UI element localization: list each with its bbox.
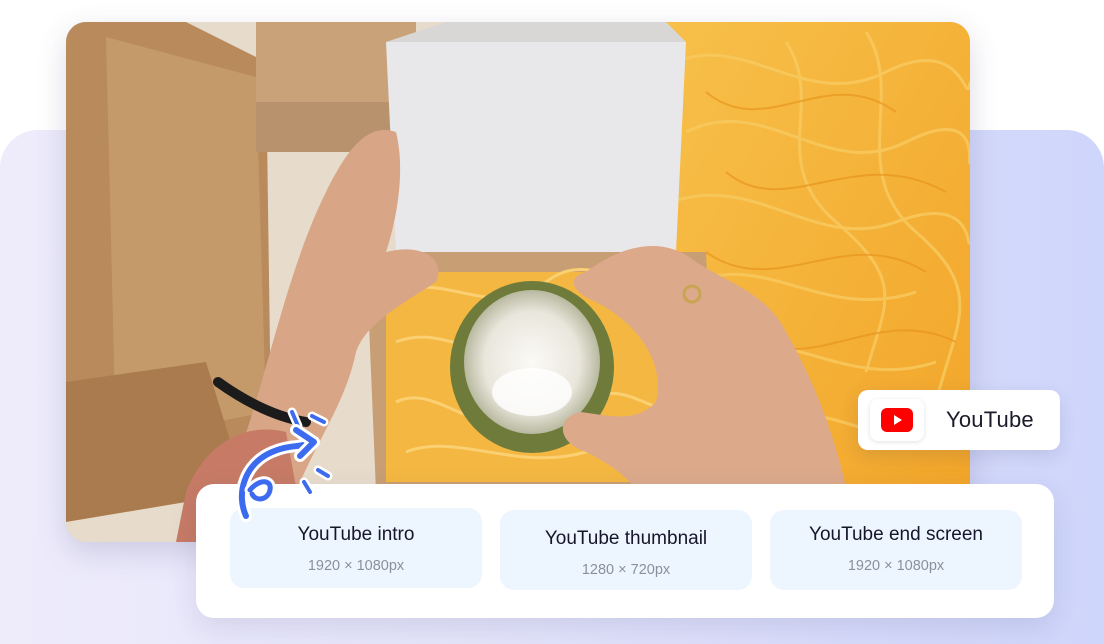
template-card-youtube-end-screen[interactable]: YouTube end screen 1920 × 1080px — [770, 510, 1022, 590]
template-card-youtube-thumbnail[interactable]: YouTube thumbnail 1280 × 720px — [500, 510, 752, 590]
template-card-size: 1280 × 720px — [581, 562, 671, 578]
template-card-title: YouTube end screen — [809, 524, 983, 545]
template-card-size: 1920 × 1080px — [307, 558, 405, 574]
template-card-title: YouTube thumbnail — [544, 528, 708, 549]
photo-illustration — [66, 22, 970, 542]
unboxing-photo — [66, 22, 970, 542]
youtube-icon-box — [870, 399, 924, 441]
youtube-badge: YouTube — [858, 390, 1060, 450]
youtube-label: YouTube — [946, 407, 1034, 432]
template-card-size: 1920 × 1080px — [847, 558, 945, 574]
hero-stage: YouTube YouTube intro 1920 × 1080px YouT… — [0, 0, 1104, 644]
youtube-play-icon — [881, 408, 913, 432]
doodle-arrow-icon — [235, 407, 333, 522]
